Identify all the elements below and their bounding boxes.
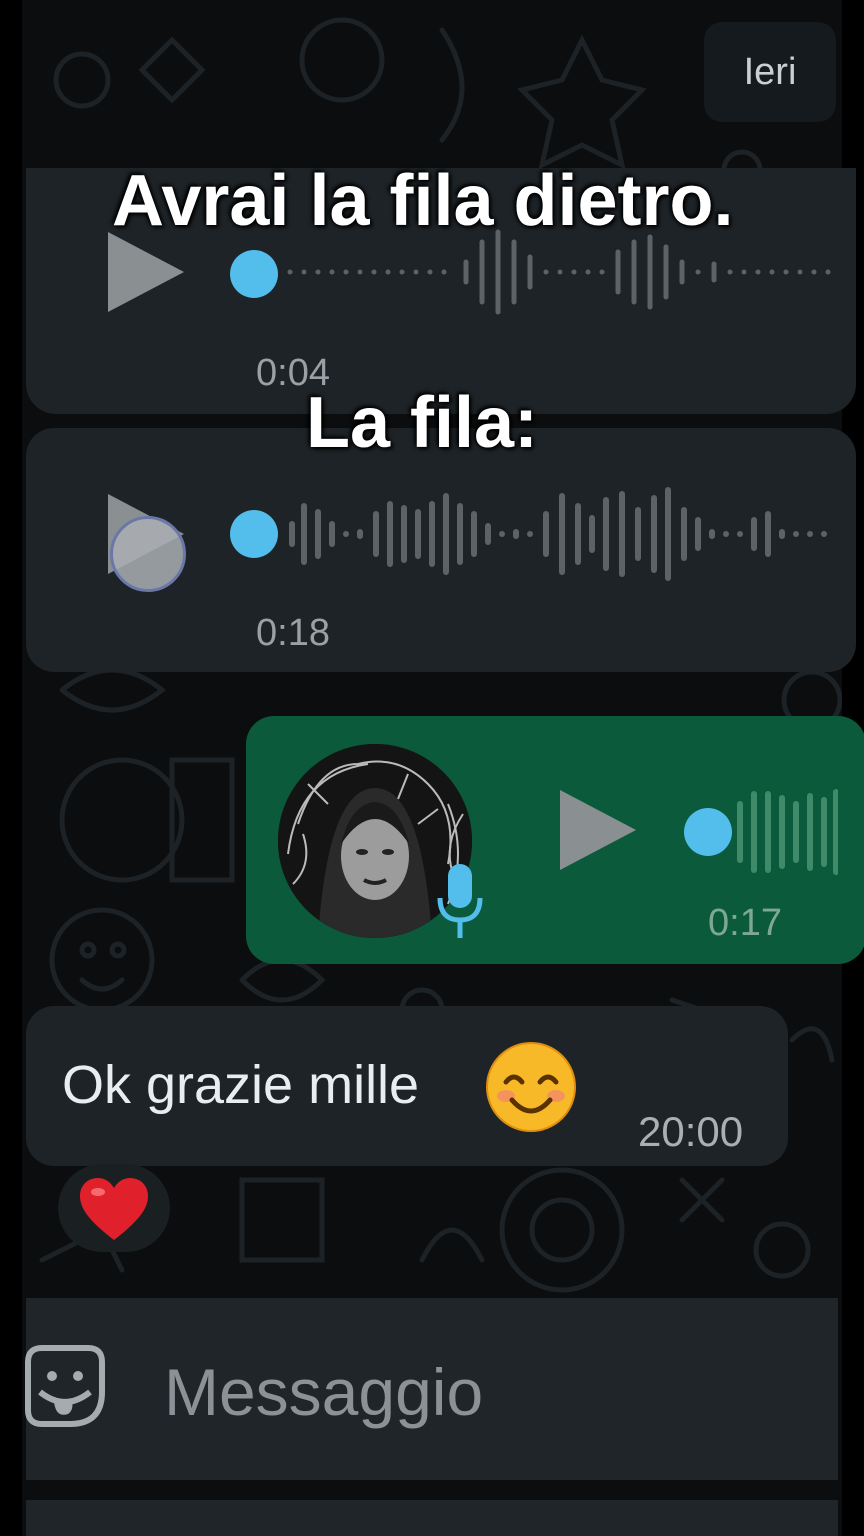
sticker-icon[interactable]: [24, 1344, 106, 1430]
playback-position-handle[interactable]: [230, 250, 278, 298]
mic-icon: [437, 864, 483, 938]
playback-position-handle[interactable]: [684, 808, 732, 856]
loading-spinner-icon: [110, 516, 186, 592]
voice-duration: 0:17: [708, 902, 782, 944]
date-chip: Ieri: [704, 22, 836, 122]
smiling-face-icon: [486, 1042, 576, 1132]
message-input[interactable]: Messaggio: [164, 1354, 483, 1430]
play-icon[interactable]: [560, 790, 636, 870]
chat-screen: Ieri 0:04 0:18 0:17 Ok grazie mille 20:0…: [0, 0, 864, 1536]
overlay-caption-2: La fila:: [306, 383, 539, 463]
waveform: [737, 789, 838, 875]
voice-duration: 0:18: [256, 612, 330, 654]
heart-icon: [80, 1178, 148, 1240]
message-text: Ok grazie mille: [62, 1055, 420, 1115]
message-time: 20:00: [638, 1108, 744, 1155]
waveform: [289, 487, 827, 581]
bottom-bar: [26, 1500, 838, 1536]
playback-position-handle[interactable]: [230, 510, 278, 558]
play-icon[interactable]: [108, 232, 184, 312]
overlay-caption-1: Avrai la fila dietro.: [112, 161, 734, 241]
